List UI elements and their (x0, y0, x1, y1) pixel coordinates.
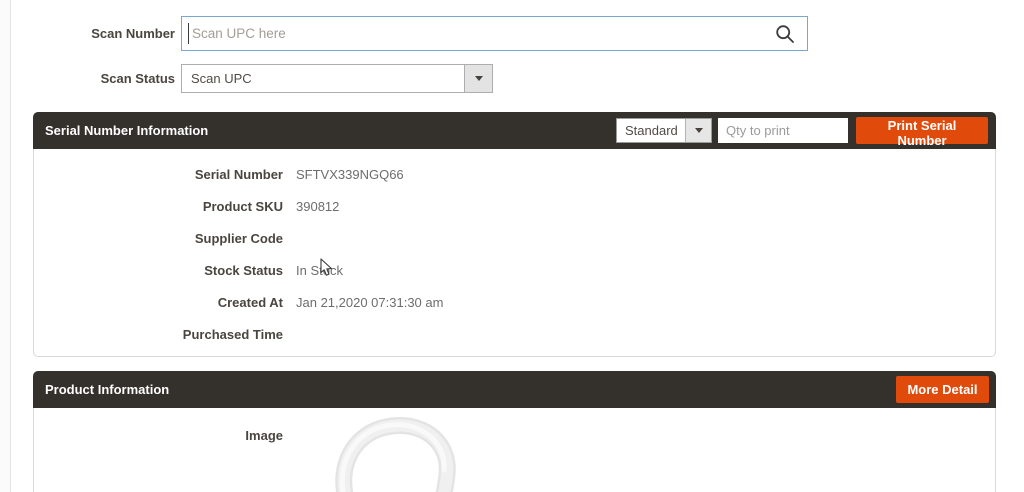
print-type-select[interactable]: Standard (616, 118, 712, 143)
row-value: Jan 21,2020 07:31:30 am (296, 295, 444, 310)
serial-panel-header: Serial Number Information Standard Print… (33, 112, 996, 149)
print-type-value: Standard (625, 123, 678, 138)
info-row-image: Image (34, 428, 995, 460)
product-info-panel: Product Information More Detail Image (33, 371, 996, 492)
row-value: 390812 (296, 199, 340, 214)
row-label: Purchased Time (182, 327, 283, 342)
info-row-supplier-code: Supplier Code (34, 231, 995, 263)
print-serial-number-button[interactable]: Print Serial Number (856, 117, 988, 148)
row-label: Supplier Code (194, 231, 283, 246)
scan-number-input[interactable] (182, 17, 807, 50)
scan-status-label: Scan Status (100, 71, 175, 86)
scan-number-label: Scan Number (91, 26, 175, 41)
serial-scan-page: Scan Number Scan Status Scan UPC Serial … (0, 0, 1024, 492)
row-value: In Stock (296, 263, 343, 278)
product-panel-body: Image (33, 408, 996, 492)
product-image (335, 417, 456, 492)
serial-panel-title: Serial Number Information (45, 123, 209, 138)
product-panel-header: Product Information More Detail (33, 371, 996, 408)
product-panel-title: Product Information (45, 382, 170, 397)
row-value: SFTVX339NGQ66 (296, 167, 404, 182)
info-row-created-at: Created At Jan 21,2020 07:31:30 am (34, 295, 995, 327)
qty-to-print-input[interactable] (718, 118, 848, 143)
info-row-product-sku: Product SKU 390812 (34, 199, 995, 231)
more-detail-button[interactable]: More Detail (896, 376, 989, 403)
text-caret-icon (188, 23, 189, 44)
info-row-purchased-time: Purchased Time (34, 327, 995, 359)
print-type-arrow-box[interactable] (685, 119, 711, 142)
row-label: Stock Status (204, 263, 283, 278)
image-label: Image (245, 428, 283, 443)
info-row-serial-number: Serial Number SFTVX339NGQ66 (34, 167, 995, 199)
scan-status-arrow-box[interactable] (464, 65, 492, 92)
info-row-stock-status: Stock Status In Stock (34, 263, 995, 295)
serial-number-panel: Serial Number Information Standard Print… (33, 112, 996, 357)
scan-number-field-wrap (181, 16, 808, 51)
row-label: Serial Number (194, 167, 283, 182)
row-label: Product SKU (202, 199, 283, 214)
chevron-down-icon (694, 128, 703, 133)
scan-status-select[interactable]: Scan UPC (181, 64, 493, 93)
row-label: Created At (217, 295, 283, 310)
scan-status-value: Scan UPC (191, 71, 252, 86)
serial-panel-body: Serial Number SFTVX339NGQ66 Product SKU … (33, 149, 996, 357)
chevron-down-icon (474, 76, 483, 81)
search-icon[interactable] (775, 24, 795, 44)
